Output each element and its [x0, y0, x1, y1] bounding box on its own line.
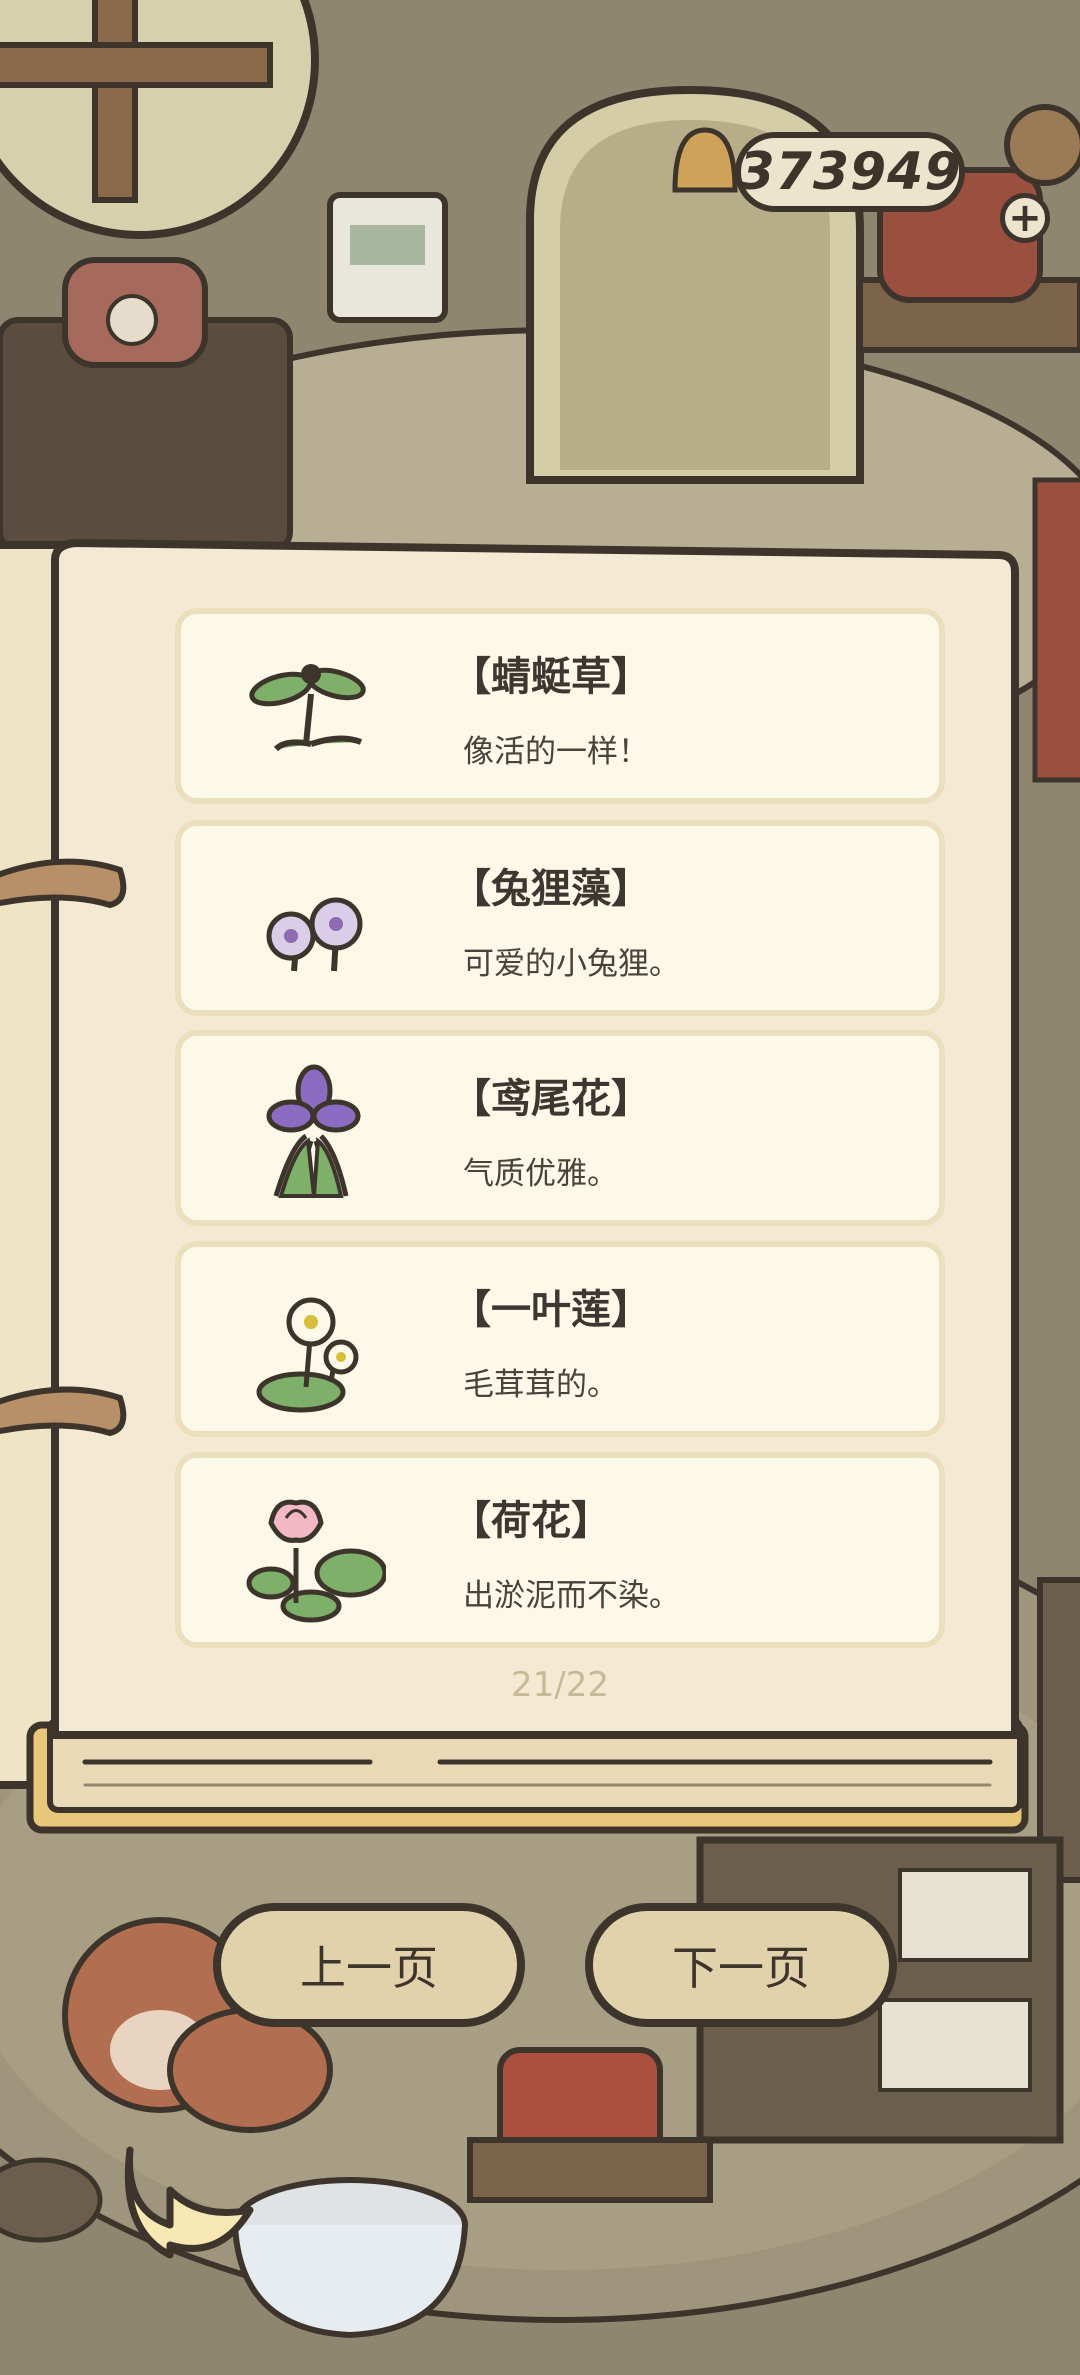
iris-icon	[266, 1064, 361, 1198]
back-arrow-icon[interactable]	[110, 2130, 260, 2260]
entry-name: 【蜻蜓草】	[451, 654, 651, 700]
one-leaf-lotus-icon	[256, 1297, 359, 1413]
entry-description: 毛茸茸的。	[463, 1367, 618, 1403]
next-page-button[interactable]: 下一页	[585, 1903, 897, 2027]
page-indicator: 21/22	[511, 1665, 609, 1705]
entry-description: 像活的一样！	[463, 734, 649, 770]
prev-page-button[interactable]: 上一页	[213, 1903, 525, 2027]
binder-ring-bottom	[0, 1386, 127, 1437]
entry-description: 可爱的小兔狸。	[463, 946, 680, 982]
entry-name: 【一叶莲】	[451, 1287, 651, 1333]
binder-ring-top	[0, 858, 127, 909]
bunny-flower-icon	[266, 897, 363, 972]
entry-description: 气质优雅。	[463, 1156, 618, 1192]
catalog-entry[interactable]: 【荷花】 出淤泥而不染。	[175, 1452, 945, 1648]
catalog-entry[interactable]: 【鸢尾花】 气质优雅。	[175, 1030, 945, 1226]
entry-name: 【兔狸藻】	[451, 866, 651, 912]
catalog-entry[interactable]: 【蜻蜓草】 像活的一样！	[175, 608, 945, 804]
catalog-entry[interactable]: 【一叶莲】 毛茸茸的。	[175, 1241, 945, 1437]
entry-description: 出淤泥而不染。	[463, 1578, 680, 1614]
entry-name: 【荷花】	[451, 1498, 611, 1544]
catalog-entry[interactable]: 【兔狸藻】 可爱的小兔狸。	[175, 820, 945, 1016]
entry-name: 【鸢尾花】	[451, 1076, 651, 1122]
lotus-icon	[246, 1499, 386, 1623]
dragonfly-grass-icon	[249, 664, 366, 752]
